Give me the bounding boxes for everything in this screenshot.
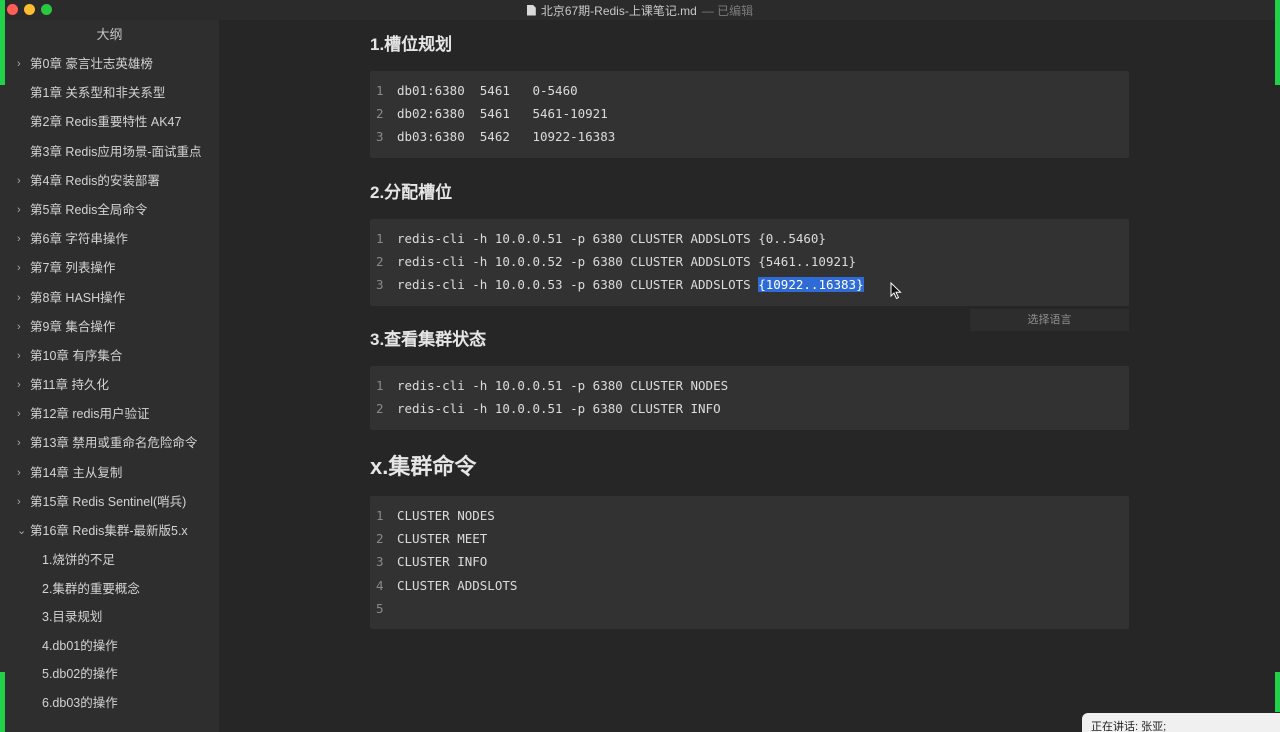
outline-item[interactable]: › 第7章 列表操作 <box>0 254 219 283</box>
outline-subitem[interactable]: 4.db01的操作 <box>0 632 219 661</box>
line-number: 3 <box>376 554 384 570</box>
code-line[interactable]: 1 CLUSTER NODES <box>370 504 1129 527</box>
code-line[interactable]: 3 db03:6380 5462 10922-16383 <box>370 125 1129 148</box>
outline-subitem[interactable]: 1.烧饼的不足 <box>0 546 219 575</box>
code-line[interactable]: 3 CLUSTER INFO <box>370 550 1129 573</box>
expand-arrow-icon[interactable]: › <box>17 371 21 400</box>
expand-arrow-icon[interactable]: › <box>17 429 21 458</box>
code-block[interactable]: 1 redis-cli -h 10.0.0.51 -p 6380 CLUSTER … <box>370 366 1129 430</box>
outline-item[interactable]: › 第11章 持久化 <box>0 371 219 400</box>
expand-arrow-icon[interactable]: › <box>17 342 21 371</box>
close-window-button[interactable] <box>7 4 18 15</box>
expand-arrow-icon[interactable]: › <box>17 50 21 79</box>
outline-subitem[interactable]: 3.目录规划 <box>0 603 219 632</box>
line-number: 1 <box>376 378 384 393</box>
title-bar: 北京67期-Redis-上课笔记.md — 已编辑 <box>0 0 1280 20</box>
code-line[interactable]: 3 redis-cli -h 10.0.0.53 -p 6380 CLUSTER … <box>370 273 1129 296</box>
outline-item[interactable]: › 第14章 主从复制 <box>0 459 219 488</box>
line-number: 2 <box>376 531 384 547</box>
expand-arrow-icon[interactable]: › <box>17 313 21 342</box>
outline-item[interactable]: › 第9章 集合操作 <box>0 313 219 342</box>
outline-item[interactable]: › 第6章 字符串操作 <box>0 225 219 254</box>
line-number: 2 <box>376 401 384 417</box>
code-block[interactable]: 1 CLUSTER NODES 2 CLUSTER MEET 3 CLUSTER IN… <box>370 496 1129 629</box>
line-number: 3 <box>376 129 384 145</box>
line-number: 1 <box>376 231 384 246</box>
outline-item[interactable]: › 第10章 有序集合 <box>0 342 219 371</box>
section-heading: 3.查看集群状态 <box>370 330 487 349</box>
collapse-arrow-icon[interactable]: ⌄ <box>17 517 26 546</box>
expand-arrow-icon[interactable]: › <box>17 196 21 225</box>
code-line[interactable]: 2 redis-cli -h 10.0.0.52 -p 6380 CLUSTER … <box>370 250 1129 273</box>
line-number: 3 <box>376 277 384 293</box>
document-icon <box>526 4 536 16</box>
minimize-window-button[interactable] <box>24 4 35 15</box>
outline-item[interactable]: › 第4章 Redis的安装部署 <box>0 167 219 196</box>
outline-header: 大纲 <box>96 27 123 42</box>
section-heading: 1.槽位规划 <box>370 35 453 54</box>
expand-arrow-icon[interactable]: › <box>17 400 21 429</box>
line-number: 5 <box>376 600 384 616</box>
code-line[interactable]: 1 redis-cli -h 10.0.0.51 -p 6380 CLUSTER … <box>370 227 1129 250</box>
line-number: 1 <box>376 508 384 523</box>
code-line[interactable]: 1 db01:6380 5461 0-5460 <box>370 79 1129 102</box>
line-number: 2 <box>376 254 384 270</box>
outline-item[interactable]: › 第15章 Redis Sentinel(哨兵) <box>0 488 219 517</box>
code-line[interactable]: 1 redis-cli -h 10.0.0.51 -p 6380 CLUSTER … <box>370 374 1129 397</box>
line-number: 4 <box>376 577 384 593</box>
editor-area[interactable]: 1.槽位规划 1 db01:6380 5461 0-5460 2 db02:6380… <box>219 20 1280 732</box>
line-number: 1 <box>376 83 384 98</box>
expand-arrow-icon[interactable]: › <box>17 225 21 254</box>
expand-arrow-icon[interactable]: › <box>17 459 21 488</box>
outline-subitem[interactable]: 2.集群的重要概念 <box>0 575 219 604</box>
outline-item[interactable]: › 第0章 豪言壮志英雄榜 <box>0 50 219 79</box>
screen-share-border-left-top <box>0 0 5 85</box>
section-heading: x.集群命令 <box>370 454 477 479</box>
editor-window: 北京67期-Redis-上课笔记.md — 已编辑 大纲 › 第0章 豪言壮志英雄… <box>0 0 1280 732</box>
code-block[interactable]: 1 redis-cli -h 10.0.0.51 -p 6380 CLUSTER … <box>370 219 1129 306</box>
expand-arrow-icon[interactable]: › <box>17 488 21 517</box>
code-line[interactable]: 5 <box>370 597 1129 620</box>
speaking-indicator: 正在讲话: 张亚; <box>1082 713 1280 732</box>
window-title-text: 北京67期-Redis-上课笔记.md <box>540 3 697 18</box>
expand-arrow-icon[interactable]: › <box>17 284 21 313</box>
outline-item-expanded[interactable]: ⌄ 第16章 Redis集群-最新版5.x <box>0 517 219 546</box>
outline-list: › 第0章 豪言壮志英雄榜 第1章 关系型和非关系型 第2章 Redis重要特性 … <box>0 50 219 717</box>
code-line[interactable]: 2 CLUSTER MEET <box>370 527 1129 550</box>
outline-item[interactable]: › 第5章 Redis全局命令 <box>0 196 219 225</box>
outline-item[interactable]: 第3章 Redis应用场景-面试重点 <box>0 138 219 167</box>
outline-item[interactable]: 第2章 Redis重要特性 AK47 <box>0 108 219 137</box>
maximize-window-button[interactable] <box>41 4 52 15</box>
section-heading: 2.分配槽位 <box>370 183 453 202</box>
screen-share-border-right-bottom <box>1275 672 1280 712</box>
outline-item[interactable]: › 第12章 redis用户验证 <box>0 400 219 429</box>
code-line[interactable]: 2 db02:6380 5461 5461-10921 <box>370 102 1129 125</box>
code-line[interactable]: 2 redis-cli -h 10.0.0.51 -p 6380 CLUSTER … <box>370 397 1129 420</box>
outline-item[interactable]: › 第13章 禁用或重命名危险命令 <box>0 429 219 458</box>
select-language-button[interactable]: 选择语言 <box>970 309 1129 331</box>
edited-status: — 已编辑 <box>701 3 754 18</box>
expand-arrow-icon[interactable]: › <box>17 254 21 283</box>
outline-item[interactable]: 第1章 关系型和非关系型 <box>0 79 219 108</box>
code-line[interactable]: 4 CLUSTER ADDSLOTS <box>370 574 1129 597</box>
outline-sidebar: 大纲 › 第0章 豪言壮志英雄榜 第1章 关系型和非关系型 第2章 Redis重要… <box>0 20 219 732</box>
selected-text: {10922..16383} <box>758 277 864 293</box>
outline-subitem[interactable]: 5.db02的操作 <box>0 660 219 689</box>
line-number: 2 <box>376 106 384 122</box>
screen-share-border-left-bottom <box>0 672 5 732</box>
outline-subitem[interactable]: 6.db03的操作 <box>0 689 219 718</box>
outline-item[interactable]: › 第8章 HASH操作 <box>0 284 219 313</box>
window-controls <box>7 4 52 15</box>
expand-arrow-icon[interactable]: › <box>17 167 21 196</box>
window-title: 北京67期-Redis-上课笔记.md — 已编辑 <box>526 2 754 19</box>
screen-share-border-right-top <box>1275 0 1280 85</box>
code-block[interactable]: 1 db01:6380 5461 0-5460 2 db02:6380 5461 5… <box>370 71 1129 158</box>
